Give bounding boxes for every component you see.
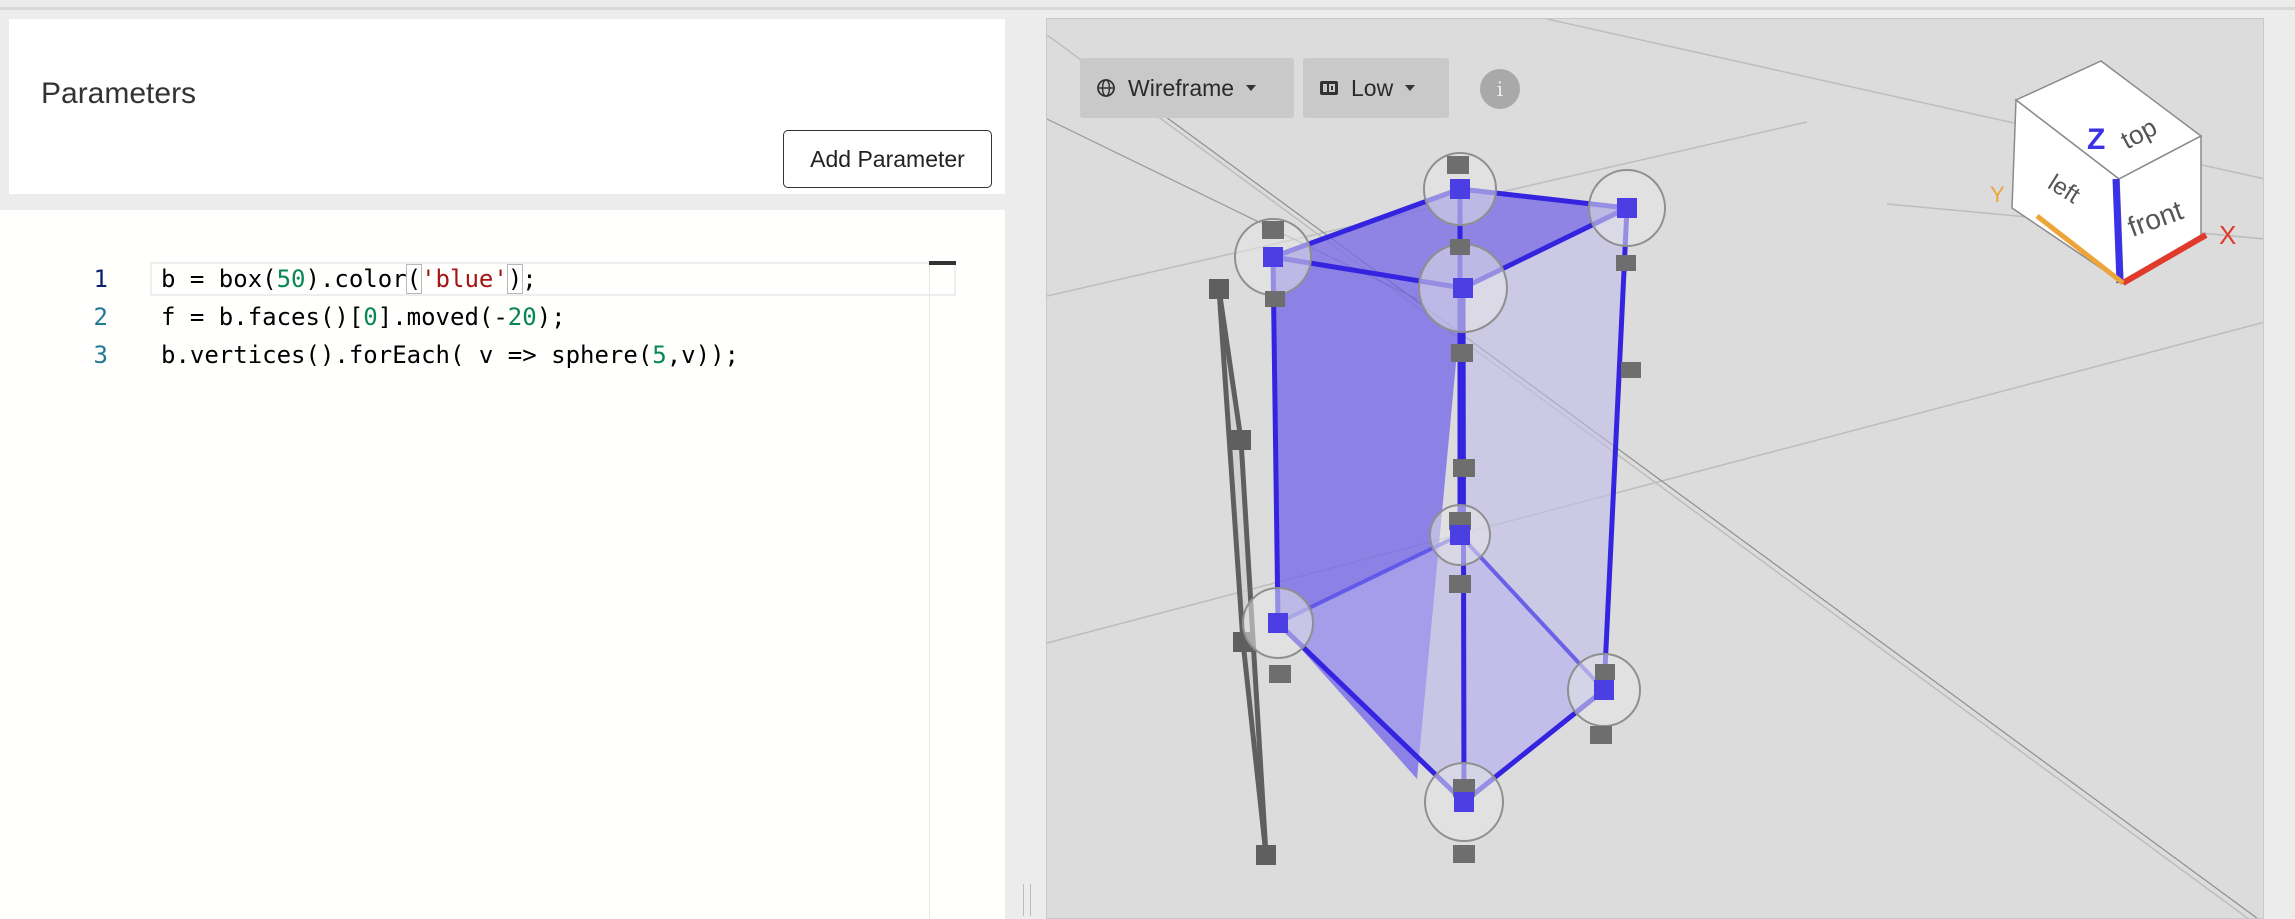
quality-label: Low bbox=[1351, 74, 1394, 101]
3d-viewport[interactable]: top front left Z X Y Wireframe Low i bbox=[1046, 18, 2264, 919]
scene-canvas[interactable]: top front left Z X Y bbox=[1047, 19, 2264, 919]
line-number: 2 bbox=[93, 303, 108, 331]
quality-icon bbox=[1319, 80, 1339, 96]
code-line-2[interactable]: 2 f = b.faces()[0].moved(-20); bbox=[0, 298, 960, 336]
code-text[interactable]: f = b.faces()[0].moved(-20); bbox=[161, 298, 566, 336]
globe-icon bbox=[1096, 78, 1116, 98]
axis-y-label: Y bbox=[1990, 182, 2005, 207]
code-text[interactable]: b.vertices().forEach( v => sphere(5,v)); bbox=[161, 336, 739, 374]
code-line-1[interactable]: 1 b = box(50).color('blue'); bbox=[0, 260, 960, 298]
render-mode-dropdown[interactable]: Wireframe bbox=[1080, 58, 1294, 118]
chevron-down-icon bbox=[1246, 85, 1257, 91]
render-mode-label: Wireframe bbox=[1128, 74, 1235, 101]
parameters-panel: Parameters Add Parameter bbox=[9, 19, 1005, 194]
view-cube[interactable]: top front left Z X Y bbox=[1990, 60, 2236, 286]
top-divider bbox=[0, 7, 2295, 10]
quality-dropdown[interactable]: Low bbox=[1303, 58, 1449, 118]
moved-face[interactable] bbox=[1209, 279, 1276, 865]
info-button[interactable]: i bbox=[1480, 69, 1520, 109]
line-number: 1 bbox=[93, 265, 108, 293]
z-axis-line bbox=[2112, 178, 2124, 284]
code-line-3[interactable]: 3 b.vertices().forEach( v => sphere(5,v)… bbox=[0, 336, 960, 374]
chevron-down-icon bbox=[1405, 85, 1416, 91]
splitter-grip[interactable] bbox=[1023, 884, 1031, 916]
axis-x-label: X bbox=[2219, 220, 2236, 250]
axis-z-label: Z bbox=[2087, 123, 2105, 156]
parameters-title: Parameters bbox=[41, 77, 197, 110]
add-parameter-button[interactable]: Add Parameter bbox=[783, 130, 992, 188]
panel-splitter[interactable] bbox=[1005, 194, 1046, 919]
line-number: 3 bbox=[93, 341, 108, 369]
code-text[interactable]: b = box(50).color('blue'); bbox=[161, 260, 537, 298]
top-bar bbox=[0, 0, 2295, 16]
